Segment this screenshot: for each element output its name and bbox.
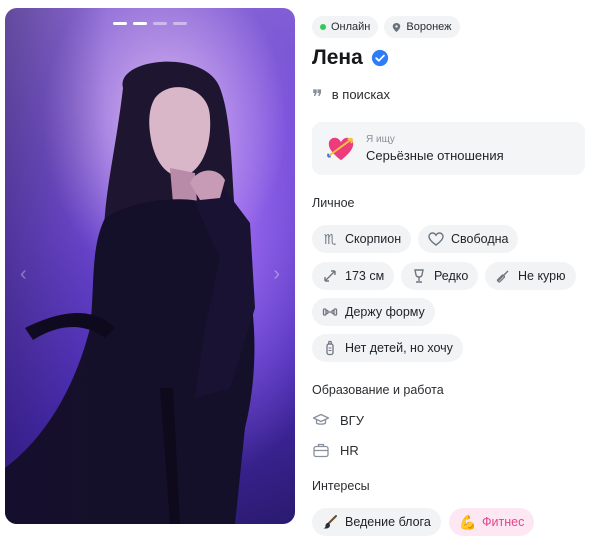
photo-dot-3[interactable] — [153, 22, 167, 25]
briefcase-icon — [313, 443, 329, 458]
scorpio-icon: ♏ — [323, 231, 337, 247]
photo-dot-2[interactable] — [133, 22, 147, 25]
tag-smoking[interactable]: Не курю — [485, 262, 576, 290]
tag-label: Не курю — [518, 269, 566, 283]
tag-label: Редко — [434, 269, 469, 283]
height-arrows-icon — [324, 270, 336, 282]
profile-name: Лена — [312, 46, 363, 69]
next-photo-icon[interactable]: › — [273, 263, 280, 286]
personal-section-title: Личное — [312, 196, 355, 210]
tag-interest-blogging[interactable]: Ведение блога — [312, 508, 441, 536]
tag-label: Фитнес — [482, 515, 525, 529]
heart-outline-icon — [428, 232, 444, 246]
job-title: HR — [340, 442, 359, 458]
tag-children[interactable]: Нет детей, но хочу — [312, 334, 463, 362]
online-dot-icon — [320, 24, 326, 30]
education-section-title: Образование и работа — [312, 383, 444, 397]
interests-section-title: Интересы — [312, 479, 370, 493]
city-badge: Воронеж — [384, 16, 460, 38]
photo-dot-4[interactable] — [173, 22, 187, 25]
profile-photo[interactable]: ‹ › — [5, 8, 295, 524]
city-label: Воронеж — [406, 21, 452, 33]
university-name: ВГУ — [340, 412, 364, 428]
photo-dot-1[interactable] — [113, 22, 127, 25]
heart-arrow-icon — [326, 137, 354, 160]
tag-height[interactable]: 173 см — [312, 262, 395, 290]
dumbbell-icon — [322, 308, 338, 316]
seeking-value: Серьёзные отношения — [366, 148, 504, 163]
location-pin-icon — [393, 22, 401, 32]
status-text: в поисках — [331, 86, 391, 102]
graduation-cap-icon — [312, 413, 330, 425]
tag-fitness-level[interactable]: Держу форму — [312, 298, 435, 326]
tag-label: Скорпион — [345, 232, 402, 246]
flexed-biceps-icon: 💪 — [459, 514, 477, 530]
photo-shade — [5, 8, 295, 524]
tag-zodiac[interactable]: ♏ Скорпион — [312, 225, 412, 253]
profile-status: ❞ в поисках — [312, 85, 391, 109]
brush-icon — [323, 515, 337, 529]
job-row: HR — [312, 441, 359, 459]
tag-interest-fitness[interactable]: 💪 Фитнес — [449, 508, 535, 536]
tag-label: Свободна — [451, 232, 509, 246]
photo-pagination — [5, 22, 295, 25]
prev-photo-icon[interactable]: ‹ — [20, 263, 27, 286]
online-badge: Онлайн — [312, 16, 379, 38]
quote-icon: ❞ — [312, 85, 323, 109]
name-row: Лена — [312, 46, 389, 70]
tag-alcohol[interactable]: Редко — [401, 262, 479, 290]
tag-label: Держу форму — [345, 305, 425, 319]
wine-glass-icon — [414, 269, 424, 283]
seeking-card: Я ищу Серьёзные отношения — [312, 122, 585, 175]
baby-bottle-icon — [326, 340, 334, 356]
no-smoking-icon — [496, 270, 509, 283]
tag-label: Ведение блога — [345, 515, 431, 529]
online-label: Онлайн — [331, 21, 371, 33]
tag-label: Нет детей, но хочу — [345, 341, 453, 355]
seeking-label: Я ищу — [366, 134, 395, 145]
verified-badge-icon — [371, 49, 388, 67]
status-chips: Онлайн Воронеж — [312, 16, 460, 38]
tag-relationship[interactable]: Свободна — [418, 225, 519, 253]
university-row: ВГУ — [312, 411, 364, 429]
tag-label: 173 см — [345, 269, 385, 283]
